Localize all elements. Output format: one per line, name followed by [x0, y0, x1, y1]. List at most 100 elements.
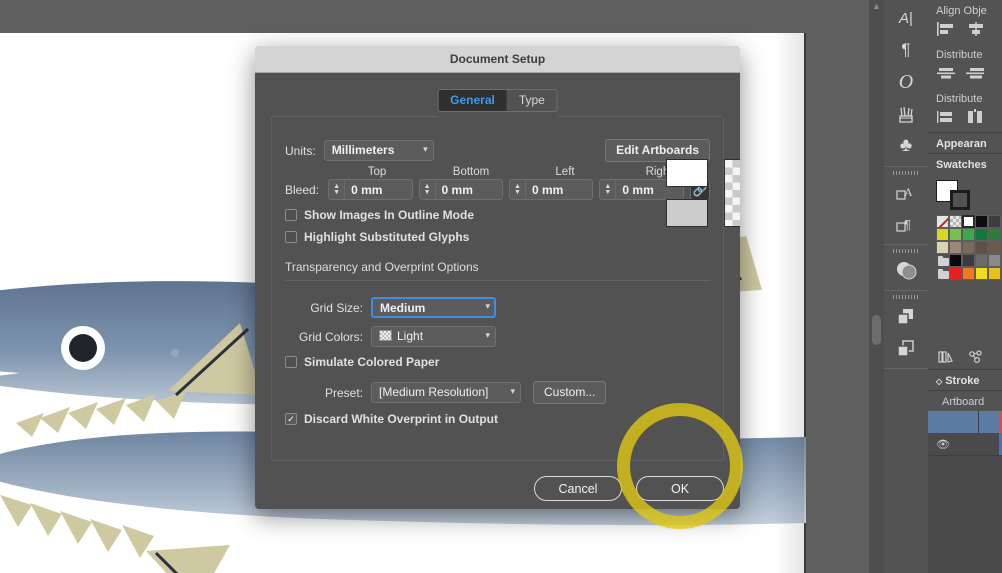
align-left-icon[interactable]	[936, 21, 956, 37]
ok-button[interactable]: OK	[636, 476, 724, 501]
swatch-lightgreen[interactable]	[949, 228, 962, 241]
swatch-gold[interactable]	[988, 267, 1001, 280]
artboard-cell-2[interactable]	[979, 411, 999, 433]
clubs-symbol-icon[interactable]: ♣	[884, 130, 928, 162]
grid-colors-select-wrap[interactable]: Light ▾	[371, 326, 496, 347]
bleed-top-input[interactable]	[345, 181, 412, 198]
artboards-panel[interactable]: Artboard 👁	[928, 391, 1002, 456]
horizontal-distribute-space-icon[interactable]	[966, 109, 986, 125]
artboard-row[interactable]	[928, 411, 1002, 433]
artboard-row-2[interactable]: 👁	[928, 433, 1002, 455]
swatch-yellow2[interactable]	[975, 267, 988, 280]
color-group-icon[interactable]	[968, 350, 984, 364]
preset-select[interactable]: [Medium Resolution]	[371, 382, 521, 403]
paragraph-style-icon[interactable]: ¶	[884, 208, 928, 240]
stepper-arrows-icon[interactable]: ▲ ▼	[329, 180, 346, 199]
swatch-brown[interactable]	[962, 241, 975, 254]
distribute-spacing-row[interactable]	[928, 108, 1002, 132]
custom-button[interactable]: Custom...	[533, 381, 607, 404]
bleed-top-stepper[interactable]: ▲ ▼	[328, 179, 413, 200]
dialog-title-bar[interactable]: Document Setup	[255, 46, 740, 73]
discard-white-overprint-row[interactable]: ✓ Discard White Overprint in Output	[285, 412, 710, 426]
grid-size-select[interactable]: Medium	[371, 297, 496, 318]
swatches-empty-area[interactable]	[936, 280, 994, 342]
fill-stroke-indicator[interactable]	[936, 180, 972, 210]
symbol-sprayer-icon[interactable]	[884, 98, 928, 130]
distribute-top-icon[interactable]	[936, 65, 956, 81]
grid-color-dark-swatch[interactable]	[666, 199, 708, 227]
swatch-black-top[interactable]	[975, 215, 988, 228]
docked-panels[interactable]: Align Obje Distribute Distribute Appeara…	[928, 0, 1002, 573]
units-select-wrap[interactable]: Millimeters ▾	[323, 140, 434, 161]
show-images-outline-checkbox[interactable]	[285, 209, 297, 221]
preset-select-wrap[interactable]: [Medium Resolution] ▾	[371, 382, 521, 403]
stepper-arrows-icon[interactable]: ▲ ▼	[510, 180, 526, 199]
grid-size-select-wrap[interactable]: Medium ▾	[371, 297, 496, 318]
area-type-icon[interactable]: A	[884, 176, 928, 208]
swatch-green[interactable]	[962, 228, 975, 241]
bleed-bottom-stepper[interactable]: ▲ ▼	[418, 179, 503, 200]
paragraph-icon[interactable]: ¶	[884, 34, 928, 66]
swatch-red[interactable]	[949, 267, 962, 280]
simulate-paper-row[interactable]: Simulate Colored Paper	[285, 355, 710, 369]
bleed-bottom-input[interactable]	[435, 181, 502, 198]
discard-white-overprint-checkbox[interactable]: ✓	[285, 413, 297, 425]
appearance-panel[interactable]: Appearan	[928, 133, 1002, 154]
scroll-up-arrow[interactable]: ▲	[869, 0, 884, 12]
swatch-white[interactable]	[962, 215, 975, 228]
stroke-panel[interactable]: ◇ Stroke	[928, 370, 1002, 391]
dialog-tabs[interactable]: General Type	[437, 89, 558, 112]
stepper-arrows-icon[interactable]: ▲ ▼	[600, 180, 617, 199]
transparency-icon[interactable]	[884, 254, 928, 286]
swatch-charcoal[interactable]	[962, 254, 975, 267]
align-objects-row[interactable]	[928, 20, 1002, 44]
simulate-paper-checkbox[interactable]	[285, 356, 297, 368]
bleed-left-stepper[interactable]: ▲ ▼	[508, 179, 594, 200]
distribute-objects-row[interactable]	[928, 64, 1002, 88]
swatch-yellow[interactable]	[936, 228, 949, 241]
highlight-glyphs-checkbox[interactable]	[285, 231, 297, 243]
swatch-grey2[interactable]	[988, 254, 1001, 267]
swatch-sand[interactable]	[936, 241, 949, 254]
swatch-registration[interactable]	[949, 215, 962, 228]
show-images-outline-row[interactable]: Show Images In Outline Mode	[285, 208, 710, 222]
swatch-orange[interactable]	[962, 267, 975, 280]
swatch-green2[interactable]	[988, 228, 1001, 241]
units-select[interactable]: Millimeters	[323, 140, 434, 161]
arrange-back-icon[interactable]	[884, 332, 928, 364]
swatches-panel[interactable]: Swatches	[928, 154, 1002, 370]
swatch-dark[interactable]	[988, 215, 1001, 228]
tab-type[interactable]: Type	[506, 90, 557, 111]
document-setup-dialog[interactable]: Document Setup General Type Units: Milli…	[255, 46, 740, 509]
highlight-glyphs-row[interactable]: Highlight Substituted Glyphs	[285, 230, 710, 244]
swatch-brown2[interactable]	[988, 241, 1001, 254]
swatch-black[interactable]	[949, 254, 962, 267]
vertical-scrollbar[interactable]: ▲	[869, 0, 884, 573]
swatch-grey[interactable]	[975, 254, 988, 267]
italic-o-icon[interactable]: O	[884, 66, 928, 98]
arrange-front-icon[interactable]	[884, 300, 928, 332]
vertical-distribute-space-icon[interactable]	[936, 109, 956, 125]
distribute-vertical-center-icon[interactable]	[966, 65, 986, 81]
swatch-taupe[interactable]	[949, 241, 962, 254]
stepper-arrows-icon[interactable]: ▲ ▼	[420, 180, 436, 199]
stroke-color-swatch[interactable]	[950, 190, 970, 210]
align-center-horizontal-icon[interactable]	[966, 21, 986, 37]
swatches-toolbar[interactable]	[928, 346, 1002, 369]
swatch-library-icon[interactable]	[938, 350, 956, 364]
eye-icon[interactable]: 👁	[928, 438, 950, 451]
swatch-darkbrown[interactable]	[975, 241, 988, 254]
grid-color-light-swatch[interactable]	[666, 159, 708, 187]
artboard-cell[interactable]	[928, 411, 979, 433]
type-tool-icon[interactable]: A |	[884, 2, 928, 34]
scrollbar-thumb[interactable]	[872, 315, 881, 345]
swatch-grid[interactable]	[936, 215, 1001, 280]
grid-colors-select[interactable]: Light	[371, 326, 496, 347]
swatch-darkgreen[interactable]	[975, 228, 988, 241]
swatch-group-folder[interactable]	[936, 254, 949, 267]
swatch-group-folder-2[interactable]	[936, 267, 949, 280]
swatches-body[interactable]	[928, 174, 1002, 346]
cancel-button[interactable]: Cancel	[534, 476, 622, 501]
tools-panel[interactable]: A | ¶ O ♣ A ¶	[884, 0, 928, 573]
align-panel[interactable]: Align Obje Distribute Distribute	[928, 0, 1002, 133]
